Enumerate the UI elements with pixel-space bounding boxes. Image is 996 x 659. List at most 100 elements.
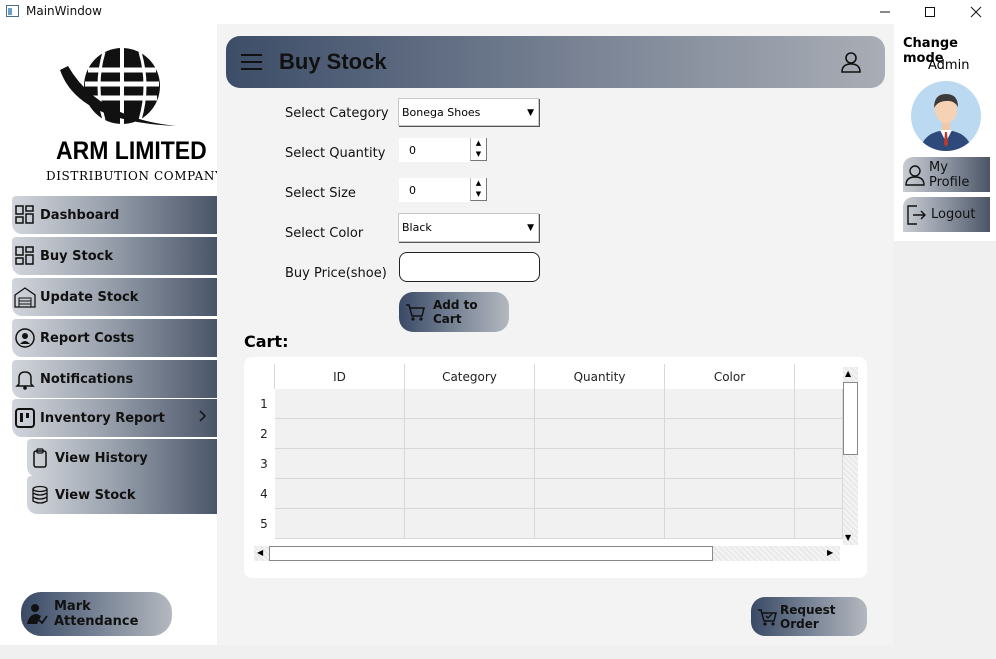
table-cell[interactable] — [405, 449, 535, 479]
table-cell[interactable] — [535, 479, 665, 509]
request-order-button[interactable]: Request Order — [751, 597, 867, 636]
status-bar — [0, 645, 996, 659]
user-role: Admin — [928, 58, 970, 73]
table-cell[interactable] — [795, 389, 843, 419]
add-to-cart-button[interactable]: Add to Cart — [399, 292, 509, 332]
quantity-stepper-buttons[interactable]: ▲ ▼ — [470, 138, 487, 161]
column-header[interactable]: Category — [405, 364, 535, 389]
stepper-up-icon[interactable]: ▲ — [471, 138, 486, 149]
stepper-up-icon[interactable]: ▲ — [471, 178, 486, 189]
clipboard-icon — [29, 447, 51, 469]
avatar — [910, 80, 982, 155]
app-icon — [6, 5, 19, 17]
table-cell[interactable] — [665, 509, 795, 539]
cart-title: Cart: — [244, 332, 289, 351]
board-icon — [14, 407, 36, 429]
chevron-right-icon — [198, 409, 208, 427]
color-select[interactable]: Black ▼ — [398, 213, 539, 242]
sidebar-item-inventory-report[interactable]: Inventory Report — [12, 399, 217, 437]
table-cell[interactable] — [795, 509, 843, 539]
user-icon[interactable] — [840, 51, 862, 76]
table-cell[interactable] — [665, 389, 795, 419]
quantity-stepper[interactable]: 0 — [399, 138, 470, 162]
sidebar-item-view-history[interactable]: View History — [27, 439, 217, 477]
maximize-button[interactable] — [907, 0, 953, 24]
sidebar-item-label: View History — [55, 450, 148, 466]
sidebar-item-label: View Stock — [55, 487, 136, 503]
table-cell[interactable] — [535, 419, 665, 449]
row-number[interactable]: 2 — [254, 419, 274, 449]
table-cell[interactable] — [665, 479, 795, 509]
row-number[interactable]: 3 — [254, 449, 274, 479]
my-profile-button[interactable]: My Profile — [903, 157, 990, 192]
minimize-icon — [880, 11, 890, 13]
sidebar-item-report-costs[interactable]: Report Costs — [12, 319, 217, 357]
vertical-scrollbar[interactable]: ▲ ▼ — [843, 367, 858, 545]
color-label: Select Color — [285, 226, 364, 241]
dashboard-icon — [14, 204, 36, 226]
sidebar-item-view-stock[interactable]: View Stock — [27, 476, 217, 514]
table-cell[interactable] — [795, 449, 843, 479]
minimize-button[interactable] — [862, 0, 908, 24]
sidebar-item-label: Dashboard — [40, 207, 120, 223]
scrollbar-thumb[interactable] — [843, 382, 858, 455]
column-header[interactable]: ID — [275, 364, 405, 389]
scroll-up-icon[interactable]: ▲ — [845, 369, 851, 378]
grid-icon — [14, 245, 36, 267]
price-label: Buy Price(shoe) — [285, 266, 387, 281]
company-tagline: DISTRIBUTION COMPANY — [46, 169, 224, 183]
scroll-left-icon[interactable]: ◀ — [257, 548, 263, 557]
company-logo-globe — [58, 40, 183, 135]
table-cell[interactable] — [405, 419, 535, 449]
horizontal-scrollbar[interactable]: ◀ ▶ — [254, 546, 840, 561]
table-cell[interactable] — [665, 449, 795, 479]
table-cell[interactable] — [405, 389, 535, 419]
mark-attendance-button[interactable]: Mark Attendance — [21, 592, 172, 636]
table-cell[interactable] — [275, 449, 405, 479]
size-stepper[interactable]: 0 — [399, 178, 470, 202]
scroll-right-icon[interactable]: ▶ — [827, 548, 833, 557]
table-cell[interactable] — [795, 419, 843, 449]
chevron-down-icon: ▼ — [527, 108, 534, 118]
cart-icon — [405, 302, 425, 322]
column-header[interactable]: Quantity — [535, 364, 665, 389]
table-cell[interactable] — [275, 389, 405, 419]
price-input[interactable] — [399, 252, 540, 282]
warehouse-icon — [14, 286, 36, 308]
table-cell[interactable] — [275, 479, 405, 509]
category-label: Select Category — [285, 106, 389, 121]
cart-table[interactable]: ID Category Quantity Color 1 2 3 4 5 — [254, 364, 843, 546]
table-cell[interactable] — [795, 479, 843, 509]
sidebar-item-notifications[interactable]: Notifications — [12, 360, 217, 398]
table-cell[interactable] — [665, 419, 795, 449]
person-icon — [905, 164, 925, 186]
table-corner — [254, 364, 275, 389]
menu-icon[interactable] — [241, 54, 263, 73]
scroll-down-icon[interactable]: ▼ — [845, 533, 851, 542]
sidebar-item-update-stock[interactable]: Update Stock — [12, 278, 217, 316]
row-number[interactable]: 5 — [254, 509, 274, 539]
logout-icon — [905, 204, 927, 226]
logout-button[interactable]: Logout — [903, 197, 990, 232]
table-cell[interactable] — [405, 479, 535, 509]
window-title: MainWindow — [26, 4, 102, 18]
table-cell[interactable] — [275, 419, 405, 449]
row-number[interactable]: 1 — [254, 389, 274, 419]
scrollbar-thumb[interactable] — [269, 546, 713, 561]
table-cell[interactable] — [405, 509, 535, 539]
table-cell[interactable] — [275, 509, 405, 539]
category-select[interactable]: Bonega Shoes ▼ — [398, 98, 539, 126]
column-header[interactable]: Color — [665, 364, 795, 389]
size-stepper-buttons[interactable]: ▲ ▼ — [470, 178, 487, 201]
row-number[interactable]: 4 — [254, 479, 274, 509]
sidebar-item-dashboard[interactable]: Dashboard — [12, 196, 217, 234]
table-cell[interactable] — [535, 449, 665, 479]
company-name: ARM LIMITED — [56, 137, 207, 165]
stepper-down-icon[interactable]: ▼ — [471, 189, 486, 200]
column-header — [795, 364, 843, 389]
table-cell[interactable] — [535, 389, 665, 419]
sidebar-item-buy-stock[interactable]: Buy Stock — [12, 237, 217, 275]
stepper-down-icon[interactable]: ▼ — [471, 149, 486, 160]
table-cell[interactable] — [535, 509, 665, 539]
close-button[interactable] — [953, 0, 996, 24]
